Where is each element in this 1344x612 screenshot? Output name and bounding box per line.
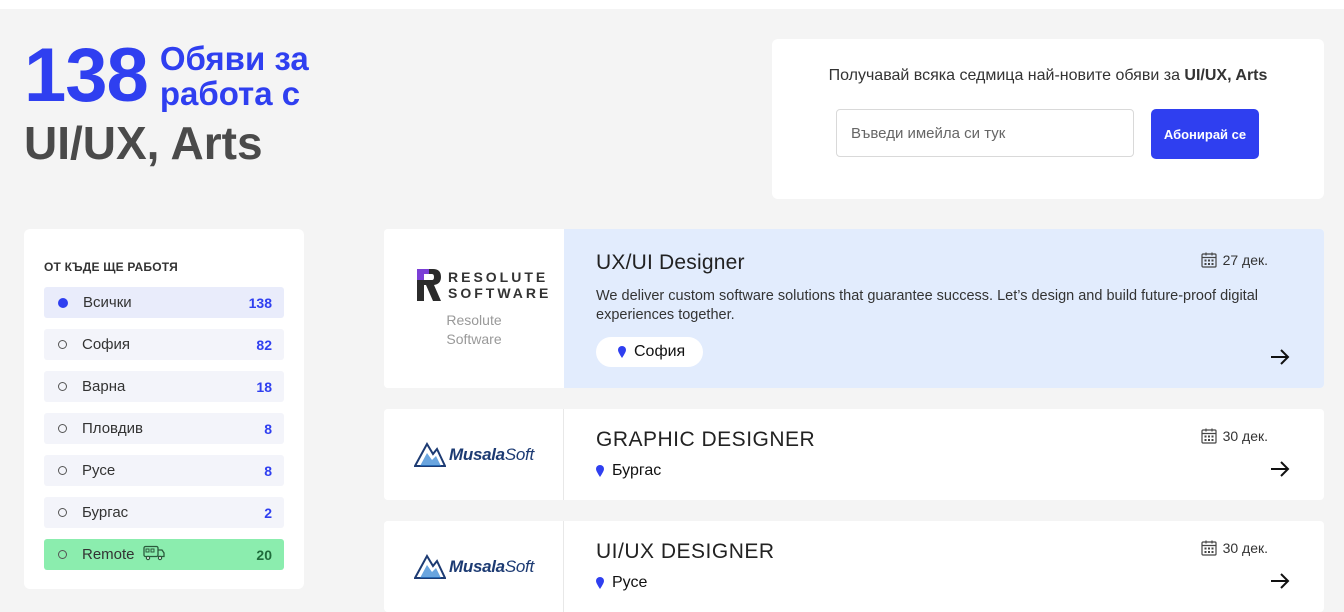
location-name: Варна	[82, 378, 126, 395]
job-location: Бургас	[596, 462, 661, 480]
company-caption-line1: Resolute	[446, 312, 502, 328]
location-count: 2	[264, 504, 272, 521]
job-date: 30 дек.	[1200, 428, 1268, 444]
arrow-right-icon[interactable]	[1270, 573, 1290, 589]
company-logo-musalasoft: MusalaSoft	[384, 521, 564, 612]
job-date-text: 30 дек.	[1222, 540, 1268, 556]
company-caption-line2: Software	[446, 331, 502, 347]
headline-text-line2: работа с	[159, 75, 301, 112]
job-location: Русе	[596, 574, 647, 592]
location-item-varna[interactable]: Варна 18	[44, 371, 284, 402]
location-count: 20	[256, 546, 272, 563]
job-body: UI/UX DESIGNER 30 дек. Русе	[564, 521, 1324, 612]
resolute-logo-wordmark: RESOLUTE SOFTWARE	[448, 269, 552, 301]
location-item-ruse[interactable]: Русе 8	[44, 455, 284, 486]
company-logo-musalasoft: MusalaSoft	[384, 409, 564, 500]
radio-icon	[58, 508, 67, 517]
location-pin-icon	[596, 577, 604, 589]
job-date: 27 дек.	[1200, 252, 1268, 268]
location-name: Пловдив	[82, 420, 143, 437]
radio-icon	[58, 550, 67, 559]
remote-label: Remote	[82, 545, 256, 565]
calendar-icon	[1200, 428, 1217, 444]
location-filter-sidebar: ОТ КЪДЕ ЩЕ РАБОТЯ Всички 138 София 82 Ва…	[24, 229, 304, 589]
filter-title: ОТ КЪДЕ ЩЕ РАБОТЯ	[44, 260, 178, 274]
subscribe-card: Получавай всяка седмица най-новите обяви…	[772, 39, 1324, 199]
location-name: София	[82, 336, 131, 353]
resolute-logo-mark	[417, 269, 441, 301]
musala-logo-wordmark-soft: Soft	[504, 445, 534, 464]
location-count: 8	[264, 420, 272, 437]
radio-icon	[58, 466, 67, 475]
location-pin-icon	[618, 346, 626, 358]
job-card[interactable]: MusalaSoft GRAPHIC DESIGNER 30 дек. Бург…	[384, 409, 1324, 500]
job-location-text: Бургас	[612, 462, 662, 479]
location-item-plovdiv[interactable]: Пловдив 8	[44, 413, 284, 444]
calendar-icon	[1200, 540, 1217, 556]
job-location-text: Русе	[612, 574, 648, 591]
email-input[interactable]	[836, 109, 1134, 157]
company-caption: Resolute Software	[384, 311, 564, 349]
job-date-text: 30 дек.	[1222, 428, 1268, 444]
location-item-sofia[interactable]: София 82	[44, 329, 284, 360]
job-date-text: 27 дек.	[1222, 252, 1268, 268]
musala-logo-mark	[414, 441, 446, 467]
radio-icon	[58, 382, 67, 391]
calendar-icon	[1200, 252, 1217, 268]
location-name: Русе	[82, 462, 116, 479]
page-headline: 138 Обяви за работа с UI/UX, Arts	[24, 33, 309, 169]
headline-text-line1: Обяви за	[159, 40, 309, 77]
location-count: 8	[264, 462, 272, 479]
arrow-right-icon[interactable]	[1270, 461, 1290, 477]
job-title[interactable]: UX/UI Designer	[596, 251, 745, 275]
job-card[interactable]: MusalaSoft UI/UX DESIGNER 30 дек. Русе	[384, 521, 1324, 612]
musala-logo-wordmark-soft: Soft	[504, 557, 534, 576]
job-description: We deliver custom software solutions tha…	[596, 288, 1259, 323]
job-body: GRAPHIC DESIGNER 30 дек. Бургас	[564, 409, 1324, 500]
job-count: 138	[24, 33, 149, 118]
location-list: Всички 138 София 82 Варна 18 Пловдив 8 Р…	[44, 287, 284, 581]
location-count: 18	[256, 378, 272, 395]
location-name: Remote	[82, 546, 135, 563]
location-item-all[interactable]: Всички 138	[44, 287, 284, 318]
location-count: 82	[256, 336, 272, 353]
musala-logo-wordmark: MusalaSoft	[449, 557, 534, 576]
radio-icon	[58, 340, 67, 349]
radio-icon	[58, 424, 67, 433]
top-bar	[0, 0, 1344, 9]
job-location-badge: София	[596, 337, 704, 367]
subscribe-button[interactable]: Абонирай се	[1151, 109, 1259, 159]
musala-logo-wordmark: MusalaSoft	[449, 445, 534, 464]
job-title[interactable]: GRAPHIC DESIGNER	[596, 428, 815, 452]
musala-logo-mark	[414, 553, 446, 579]
location-pin-icon	[596, 465, 604, 477]
subscribe-text: Получавай всяка седмица най-новите обяви…	[772, 67, 1324, 85]
location-name: Всички	[83, 294, 132, 311]
location-count: 138	[248, 294, 272, 311]
company-logo-resolute-software: RESOLUTE SOFTWARE Resolute Software	[384, 229, 564, 388]
location-name: Бургас	[82, 504, 129, 521]
subscribe-message: Получавай всяка седмица най-новите обяви…	[828, 67, 1180, 84]
job-date: 30 дек.	[1200, 540, 1268, 556]
headline-text: Обяви за работа с	[160, 41, 309, 111]
headline-category: UI/UX, Arts	[24, 117, 263, 169]
remote-work-icon	[142, 545, 165, 565]
arrow-right-icon[interactable]	[1270, 349, 1290, 365]
job-body: UX/UI Designer 27 дек. We deliver custom…	[564, 229, 1324, 388]
job-location-text: София	[634, 343, 686, 360]
radio-selected-icon	[58, 297, 68, 308]
job-title[interactable]: UI/UX DESIGNER	[596, 540, 775, 564]
location-item-remote[interactable]: Remote 20	[44, 539, 284, 570]
location-item-burgas[interactable]: Бургас 2	[44, 497, 284, 528]
subscribe-category: UI/UX, Arts	[1184, 67, 1268, 84]
job-card[interactable]: RESOLUTE SOFTWARE Resolute Software UX/U…	[384, 229, 1324, 388]
